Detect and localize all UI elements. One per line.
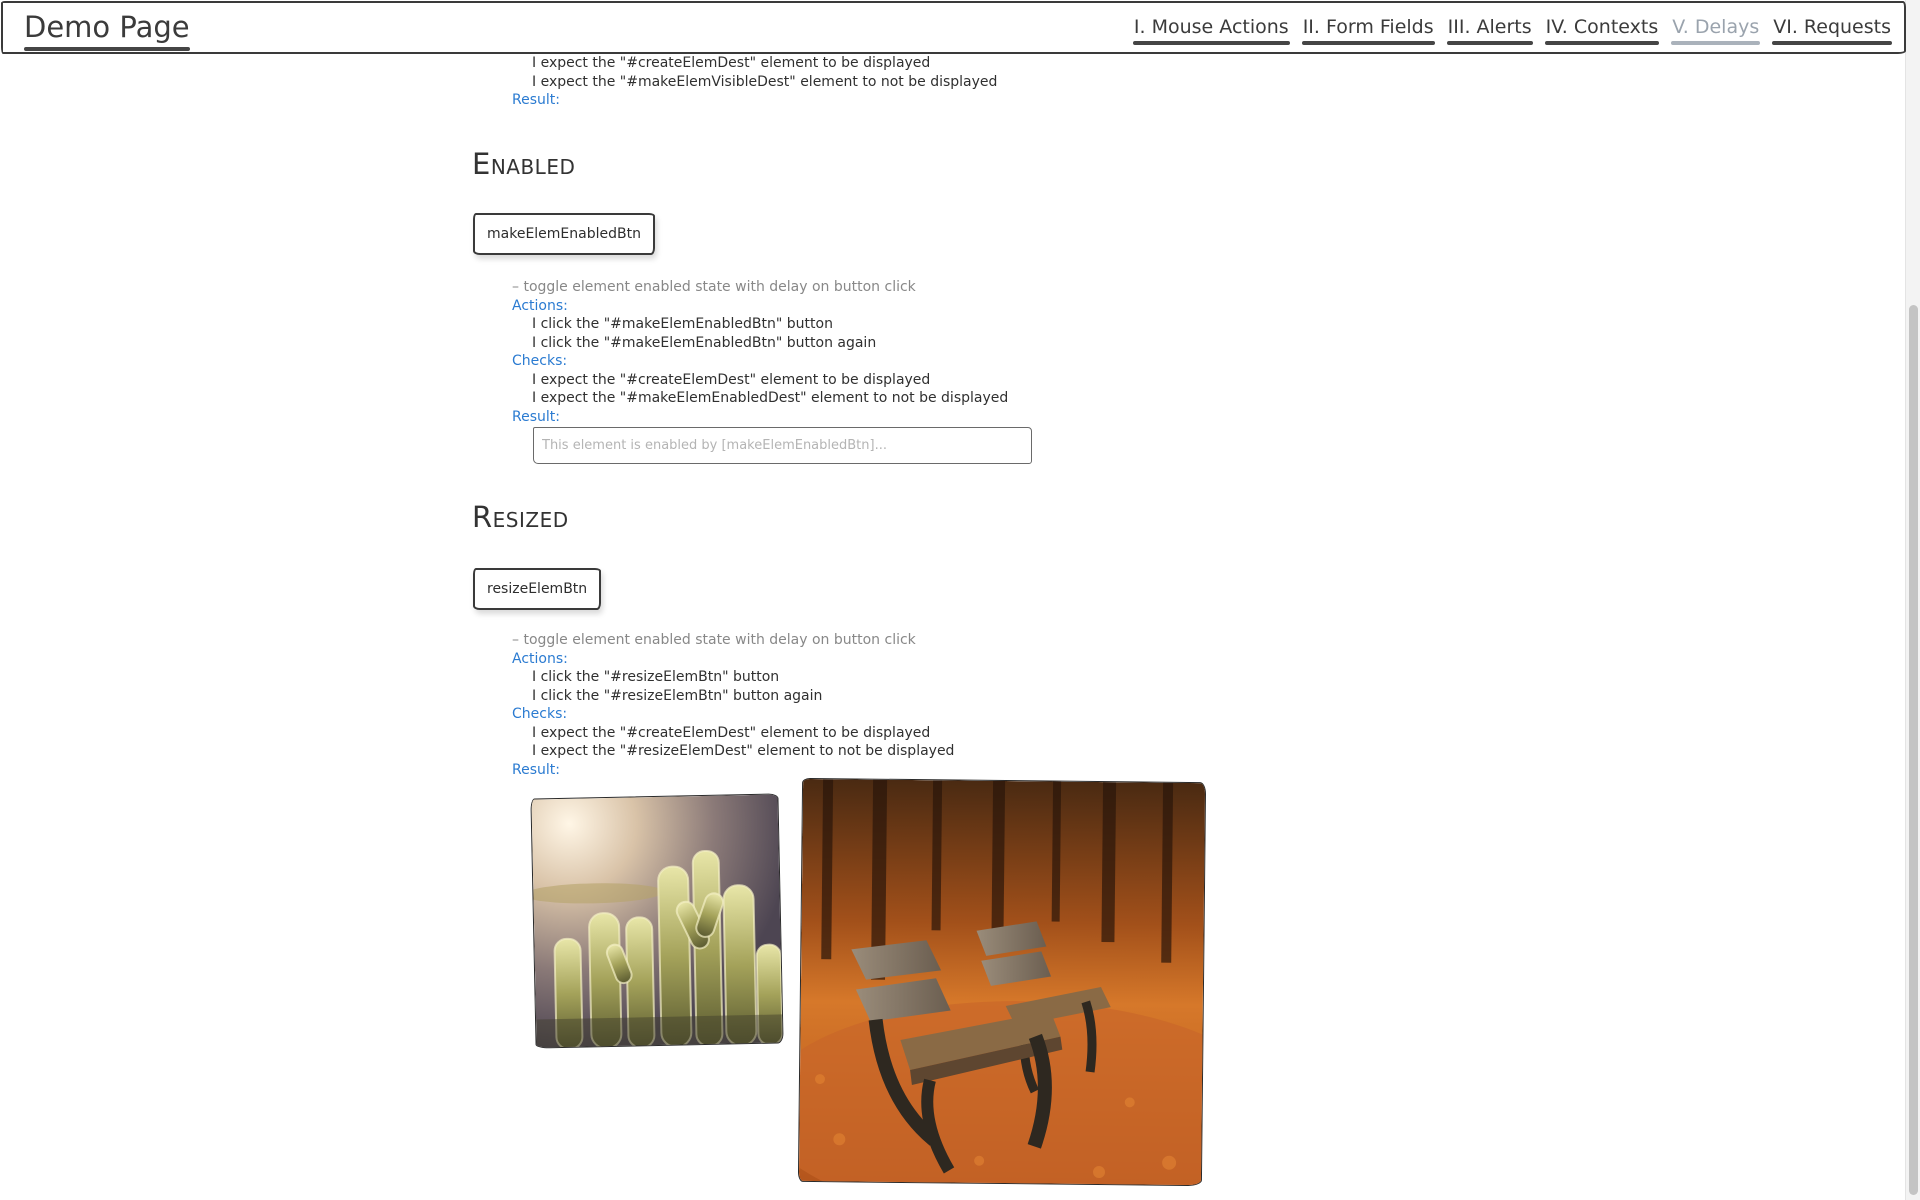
make-elem-enabled-button[interactable]: makeElemEnabledBtn — [473, 213, 655, 255]
actions-label: Actions: — [512, 650, 568, 667]
cactus-image — [530, 793, 784, 1049]
action-item: I click the "#makeElemEnabledBtn" button — [532, 316, 833, 332]
action-item: I click the "#resizeElemBtn" button agai… — [532, 687, 823, 704]
checks-label: Checks: — [512, 706, 568, 722]
autumn-benches-image-graphic — [797, 778, 1207, 1187]
check-item: I expect the "#resizeElemDest" element t… — [532, 743, 955, 759]
brand-logo-link[interactable]: Demo Page — [24, 10, 190, 51]
section-heading-enabled: Enabled — [472, 147, 576, 181]
nav-link-delays[interactable]: V. Delays — [1671, 16, 1761, 45]
check-item: I expect the "#makeElemEnabledDest" elem… — [532, 390, 1009, 406]
nav-link-form-fields[interactable]: II. Form Fields — [1301, 16, 1435, 45]
autumn-benches-image — [797, 777, 1207, 1187]
check-item: I expect the "#createElemDest" element t… — [532, 371, 931, 388]
resize-elem-button[interactable]: resizeElemBtn — [473, 568, 602, 610]
checks-label: Checks: — [512, 353, 568, 369]
nav-link-contexts[interactable]: IV. Contexts — [1544, 16, 1660, 45]
action-item: I click the "#makeElemEnabledBtn" button… — [532, 334, 877, 351]
actions-label: Actions: — [512, 297, 568, 314]
enabled-description-block: – toggle element enabled state with dela… — [512, 278, 1008, 426]
description-text: – toggle element enabled state with dela… — [512, 632, 916, 648]
nav-link-alerts[interactable]: III. Alerts — [1446, 16, 1533, 45]
description-text: – toggle element enabled state with dela… — [512, 279, 916, 295]
vertical-scrollbar-track[interactable] — [1905, 0, 1920, 1200]
page-viewport: Demo Page I. Mouse Actions II. Form Fiel… — [0, 0, 1920, 1200]
check-item: I expect the "#createElemDest" element t… — [532, 55, 931, 71]
result-label: Result: — [512, 92, 560, 108]
check-item: I expect the "#createElemDest" element t… — [532, 724, 931, 741]
section-heading-resized: Resized — [472, 500, 569, 534]
result-label: Result: — [512, 408, 560, 425]
vertical-scrollbar-thumb[interactable] — [1909, 305, 1918, 1195]
cactus-image-graphic — [530, 794, 784, 1049]
action-item: I click the "#resizeElemBtn" button — [532, 669, 780, 685]
make-elem-enabled-dest-input[interactable] — [533, 427, 1032, 464]
nav-link-mouse-actions[interactable]: I. Mouse Actions — [1132, 16, 1290, 45]
top-navbar: Demo Page I. Mouse Actions II. Form Fiel… — [1, 1, 1906, 54]
nav-link-requests[interactable]: VI. Requests — [1772, 16, 1892, 45]
check-item: I expect the "#makeElemVisibleDest" elem… — [532, 73, 998, 90]
result-label: Result: — [512, 761, 560, 778]
resized-description-block: – toggle element enabled state with dela… — [512, 631, 954, 779]
nav-links: I. Mouse Actions II. Form Fields III. Al… — [1132, 16, 1892, 45]
visible-section-tail: I expect the "#createElemDest" element t… — [512, 54, 997, 110]
